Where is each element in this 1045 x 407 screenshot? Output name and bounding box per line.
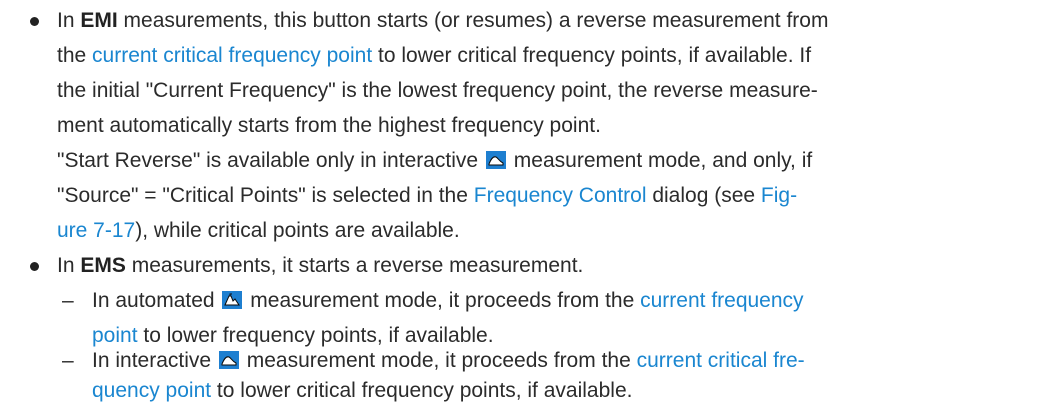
text: measurements, it starts a reverse measur… [125, 254, 584, 277]
text: the initial "Current Frequency" is the l… [57, 79, 818, 102]
bullet1-line6: "Source" = "Critical Points" is selected… [57, 181, 797, 211]
text: "Start Reverse" is available only in int… [57, 149, 479, 172]
bullet1-line7: ure 7-17), while critical points are ava… [57, 216, 460, 246]
link-current-frequency-point[interactable]: current frequency [640, 289, 803, 312]
text: In interactive [92, 349, 212, 372]
bullet1-line5: "Start Reverse" is available only in int… [57, 146, 812, 176]
text: measurement mode, and only, if [513, 149, 813, 172]
text: measurement mode, it proceeds from the [250, 289, 641, 312]
text: measurement mode, it proceeds from the [246, 349, 637, 372]
automated-mode-icon [222, 291, 243, 309]
bullet-marker [30, 17, 39, 26]
bullet1-line1: In EMI measurements, this button starts … [57, 6, 828, 36]
text: dialog (see [646, 184, 761, 207]
bullet1-line4: ment automatically starts from the highe… [57, 111, 601, 141]
text: to lower critical frequency points, if a… [211, 379, 633, 402]
dash-marker: – [62, 289, 74, 312]
link-current-frequency-point-cont[interactable]: point [92, 324, 138, 347]
text: In [57, 254, 81, 277]
link-figure-7-17[interactable]: Fig- [761, 184, 797, 207]
ems-term: EMS [80, 254, 126, 277]
interactive-mode-icon [485, 151, 506, 169]
text: In [57, 9, 81, 32]
link-current-critical-frequency-point-cont[interactable]: quency point [92, 379, 211, 402]
dash-marker: – [62, 349, 74, 372]
bullet-marker [30, 262, 39, 271]
bullet2-line1: In EMS measurements, it starts a reverse… [57, 251, 583, 281]
text: measurements, this button starts (or res… [117, 9, 829, 32]
link-current-critical-frequency-point[interactable]: current critical frequency point [92, 44, 372, 67]
text: to lower critical frequency points, if a… [372, 44, 812, 67]
sub2-line2: quency point to lower critical frequency… [92, 376, 632, 406]
sub1-line1: In automated measurement mode, it procee… [92, 286, 804, 316]
text: In automated [92, 289, 215, 312]
text: "Source" = "Critical Points" is selected… [57, 184, 474, 207]
link-frequency-control[interactable]: Frequency Control [474, 184, 647, 207]
text: ment automatically starts from the highe… [57, 114, 601, 137]
link-figure-7-17-cont[interactable]: ure 7-17 [57, 219, 135, 242]
sub2-line1: In interactive measurement mode, it proc… [92, 346, 805, 376]
text: ), while critical points are available. [135, 219, 460, 242]
text: to lower frequency points, if available. [137, 324, 494, 347]
link-current-critical-frequency-point[interactable]: current critical fre- [637, 349, 805, 372]
bullet1-line2: the current critical frequency point to … [57, 41, 811, 71]
emi-term: EMI [80, 9, 118, 32]
interactive-mode-icon [218, 351, 239, 369]
text: the [57, 44, 93, 67]
bullet1-line3: the initial "Current Frequency" is the l… [57, 76, 818, 106]
